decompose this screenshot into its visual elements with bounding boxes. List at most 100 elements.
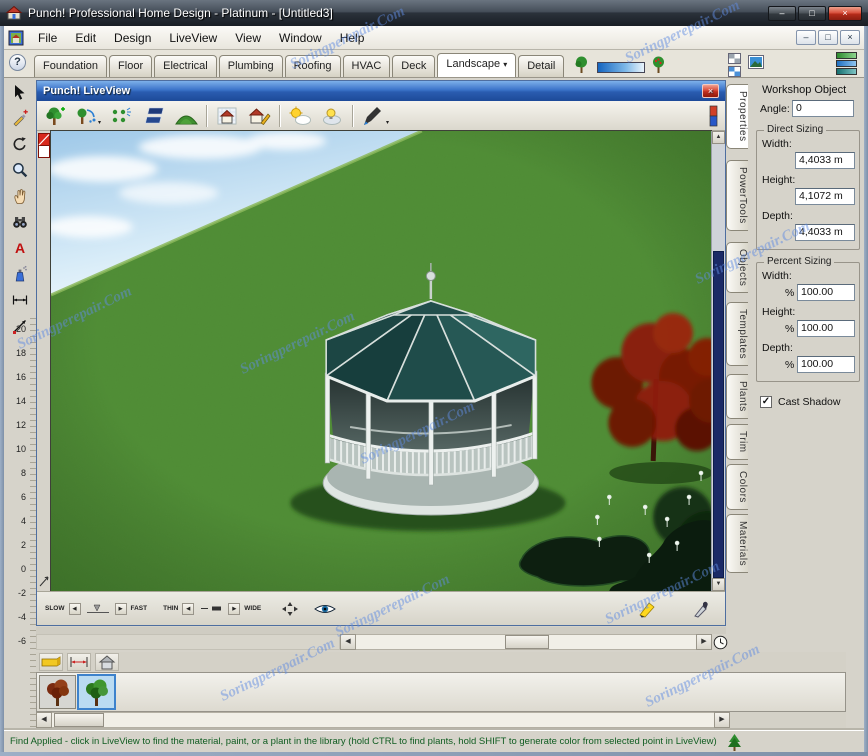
cast-shadow-checkbox[interactable]: ✓ (760, 396, 772, 408)
width-up-button[interactable]: ▶ (228, 602, 241, 615)
tree-water-icon[interactable]: ▾ (75, 105, 101, 127)
draw-pen-icon[interactable] (8, 106, 32, 130)
mdi-minimize-button[interactable]: – (796, 30, 816, 45)
binoculars-icon[interactable] (8, 210, 32, 234)
mdi-restore-button[interactable]: □ (818, 30, 838, 45)
diagonal-handle-icon[interactable] (38, 575, 50, 588)
tab-detail[interactable]: Detail (518, 55, 565, 77)
bottom-scrollbar[interactable]: ◀ ▶ (36, 712, 730, 728)
scroll-right-button[interactable]: ▶ (696, 634, 712, 650)
teal-chip-icon[interactable] (836, 68, 857, 75)
plant-berries-icon[interactable] (651, 55, 666, 74)
tab-electrical[interactable]: Electrical (154, 55, 217, 77)
plant-icon[interactable] (574, 55, 589, 74)
vertical-scrollbar[interactable]: ▲ ▼ (711, 131, 725, 591)
sprinkler-layout-icon[interactable] (109, 105, 133, 127)
scroll-up-button[interactable]: ▲ (712, 131, 725, 144)
liveview-title-bar[interactable]: Punch! LiveView × (37, 81, 725, 101)
color-preview-swatch[interactable] (597, 62, 646, 73)
help-icon[interactable]: ? (9, 54, 26, 71)
image-swatch-icon[interactable] (748, 55, 764, 69)
side-tab-templates[interactable]: Templates (726, 302, 748, 367)
highlighter-icon[interactable] (637, 600, 657, 618)
tab-floor[interactable]: Floor (109, 55, 153, 77)
color-pen-icon[interactable]: ▾ (361, 105, 389, 127)
width-percent-input[interactable]: 100.00 (797, 284, 855, 301)
scroll-right-button[interactable]: ▶ (714, 712, 730, 728)
height-percent-input[interactable]: 100.00 (797, 320, 855, 337)
depth-input[interactable]: 4,4033 m (795, 224, 855, 241)
width-input[interactable]: 4,4033 m (795, 152, 855, 169)
daylight-icon[interactable] (288, 105, 312, 127)
night-light-icon[interactable] (320, 105, 344, 127)
plant-tree-icon[interactable] (43, 105, 67, 127)
side-tab-trim[interactable]: Trim (726, 424, 748, 460)
text-tool-icon[interactable]: A (8, 236, 32, 260)
scroll-track[interactable] (52, 712, 714, 728)
terrain-hill-icon[interactable] (175, 105, 198, 127)
angle-input[interactable]: 0 (792, 100, 854, 117)
height-input[interactable]: 4,1072 m (795, 188, 855, 205)
mdi-close-button[interactable]: × (840, 30, 860, 45)
plant-thumbnail-green-tree[interactable] (78, 675, 115, 709)
vertical-scroll-thumb[interactable] (713, 251, 724, 578)
zoom-icon[interactable] (8, 158, 32, 182)
yellow-object-icon[interactable] (39, 653, 63, 671)
menu-liveview[interactable]: LiveView (161, 28, 225, 48)
pan-hand-icon[interactable] (8, 184, 32, 208)
scroll-left-button[interactable]: ◀ (36, 712, 52, 728)
tab-plumbing[interactable]: Plumbing (218, 55, 283, 77)
spacing-icon[interactable] (67, 653, 91, 671)
menu-edit[interactable]: Edit (67, 28, 104, 48)
house-plan-icon[interactable] (215, 105, 239, 127)
liveview-3d-scene[interactable] (51, 131, 711, 591)
horizontal-scrollbar[interactable]: ◀ ▶ (340, 634, 712, 650)
side-tab-plants[interactable]: Plants (726, 374, 748, 419)
tab-foundation[interactable]: Foundation (34, 55, 108, 77)
minimize-button[interactable]: – (768, 5, 796, 21)
menu-file[interactable]: File (30, 28, 65, 48)
palette-chips[interactable] (836, 52, 857, 75)
home-icon[interactable] (95, 653, 119, 671)
dimension-horizontal-icon[interactable] (8, 288, 32, 312)
spray-paint-icon[interactable] (8, 262, 32, 286)
maximize-button[interactable]: □ (798, 5, 826, 21)
texture-checker-icon[interactable] (728, 66, 741, 77)
side-tab-objects[interactable]: Objects (726, 242, 748, 294)
select-arrow-icon[interactable] (8, 80, 32, 104)
solar-panel-icon[interactable] (141, 105, 167, 127)
tab-roofing[interactable]: Roofing (284, 55, 341, 77)
plant-thumbnail-red-tree[interactable] (39, 675, 76, 709)
blue-chip-icon[interactable] (836, 60, 857, 67)
material-checker-icon[interactable] (728, 53, 741, 64)
scroll-track[interactable] (356, 634, 696, 650)
scroll-down-button[interactable]: ▼ (712, 578, 725, 591)
speed-slider-icon[interactable] (85, 602, 111, 615)
side-tab-colors[interactable]: Colors (726, 464, 748, 510)
side-tab-materials[interactable]: Materials (726, 514, 748, 574)
liveview-viewport[interactable] (50, 130, 712, 592)
close-button[interactable]: × (828, 5, 862, 21)
depth-percent-input[interactable]: 100.00 (797, 356, 855, 373)
pan-arrows-icon[interactable] (281, 601, 299, 617)
history-clock-icon[interactable] (713, 635, 728, 650)
side-tab-powertools[interactable]: PowerTools (726, 160, 748, 231)
tab-landscape[interactable]: Landscape ▾ (437, 53, 517, 77)
render-bar-icon[interactable] (708, 105, 719, 127)
tab-hvac[interactable]: HVAC (342, 55, 391, 77)
tab-deck[interactable]: Deck (392, 55, 436, 77)
menu-view[interactable]: View (227, 28, 269, 48)
scroll-thumb[interactable] (505, 635, 549, 649)
scroll-thumb[interactable] (54, 713, 104, 727)
width-slider-icon[interactable] (198, 602, 224, 615)
scroll-left-button[interactable]: ◀ (340, 634, 356, 650)
green-chip-icon[interactable] (836, 52, 857, 59)
menu-help[interactable]: Help (332, 28, 373, 48)
menu-design[interactable]: Design (106, 28, 159, 48)
side-tab-properties[interactable]: Properties (726, 84, 748, 149)
eye-icon[interactable] (313, 602, 337, 616)
speed-down-button[interactable]: ◀ (68, 602, 81, 615)
width-down-button[interactable]: ◀ (182, 602, 195, 615)
house-edit-icon[interactable] (247, 105, 271, 127)
menu-window[interactable]: Window (271, 28, 330, 48)
